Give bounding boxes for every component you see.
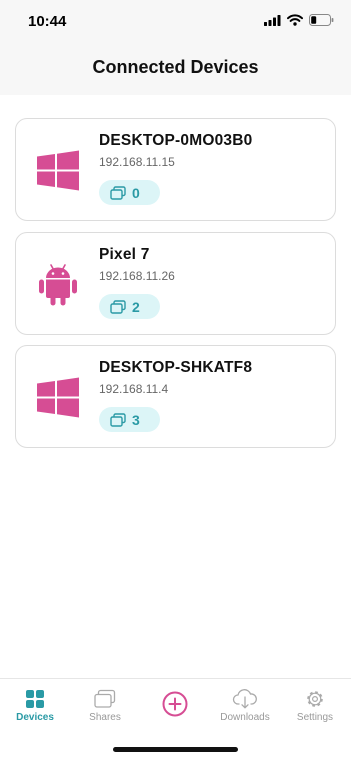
status-icons	[264, 14, 334, 26]
windows-icon	[35, 375, 81, 421]
top-area: 10:44 Connected Devices	[0, 0, 351, 95]
battery-icon	[309, 14, 334, 26]
share-count-badge[interactable]: 3	[99, 407, 160, 432]
device-card[interactable]: DESKTOP-0MO03B0 192.168.11.15 0	[15, 118, 336, 221]
device-card[interactable]: DESKTOP-SHKATF8 192.168.11.4 3	[15, 345, 336, 448]
shares-icon	[94, 689, 116, 708]
shares-icon	[110, 185, 126, 200]
device-name: Pixel 7	[99, 246, 150, 263]
page-title: Connected Devices	[92, 57, 259, 77]
cellular-signal-icon	[264, 14, 281, 26]
tab-label: Settings	[296, 712, 334, 723]
tab-settings[interactable]: Settings	[280, 689, 350, 723]
status-bar: 10:44	[0, 0, 351, 44]
share-count: 0	[132, 184, 140, 201]
home-indicator	[113, 747, 238, 752]
windows-icon	[35, 148, 81, 194]
gear-icon	[307, 691, 323, 707]
tab-label: Shares	[89, 712, 121, 723]
android-icon	[35, 262, 81, 308]
tab-shares[interactable]: Shares	[70, 689, 140, 723]
shares-icon	[110, 299, 126, 314]
share-count-badge[interactable]: 2	[99, 294, 160, 319]
share-count: 3	[132, 411, 140, 428]
tab-add[interactable]	[140, 691, 210, 717]
device-name: DESKTOP-SHKATF8	[99, 359, 253, 376]
add-circle-icon	[162, 691, 188, 717]
tab-label: Downloads	[220, 712, 270, 723]
tab-downloads[interactable]: Downloads	[210, 689, 280, 723]
wifi-icon	[287, 14, 303, 26]
device-name: DESKTOP-0MO03B0	[99, 132, 253, 149]
share-count-badge[interactable]: 0	[99, 180, 160, 205]
device-ip: 192.168.11.15	[99, 155, 175, 169]
grid-icon	[26, 690, 44, 708]
cloud-download-icon	[232, 689, 257, 709]
tab-label: Devices	[16, 712, 54, 723]
share-count: 2	[132, 298, 140, 315]
shares-icon	[110, 412, 126, 427]
device-ip: 192.168.11.26	[99, 269, 175, 283]
status-time: 10:44	[28, 13, 67, 30]
device-card[interactable]: Pixel 7 192.168.11.26 2	[15, 232, 336, 335]
tab-devices[interactable]: Devices	[0, 689, 70, 723]
device-ip: 192.168.11.4	[99, 382, 169, 396]
